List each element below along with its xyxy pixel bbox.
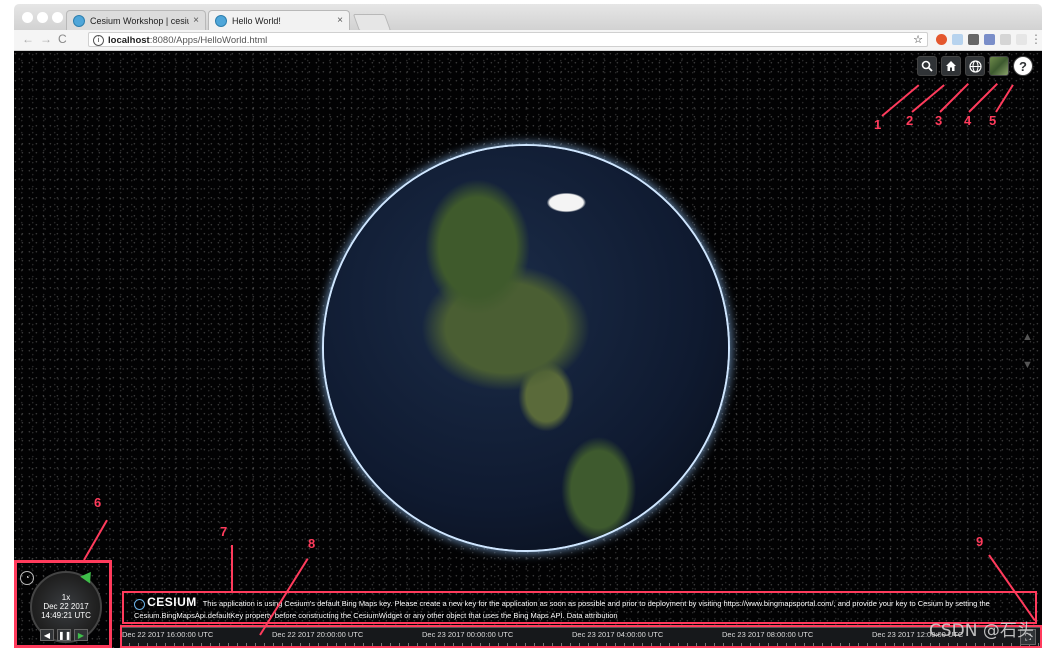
annotation-arrow-7 bbox=[231, 545, 233, 591]
info-icon[interactable]: i bbox=[93, 34, 104, 46]
tab-label: Cesium Workshop | cesiumjs.c bbox=[90, 15, 189, 26]
geocoder-search-icon[interactable] bbox=[917, 56, 937, 76]
url-path: :8080/Apps/HelloWorld.html bbox=[149, 35, 268, 46]
extension-2-icon[interactable] bbox=[952, 34, 963, 45]
cesium-favicon-icon bbox=[215, 14, 227, 27]
minimize-window-dot[interactable] bbox=[37, 12, 48, 23]
annotation-box-credit: CESIUM This application is using Cesium'… bbox=[122, 591, 1037, 624]
csdn-watermark: CSDN @石头 bbox=[929, 621, 1034, 641]
annotation-label-4: 4 bbox=[964, 113, 972, 128]
extension-1-icon[interactable] bbox=[936, 34, 947, 45]
url-host: localhost bbox=[108, 35, 150, 46]
new-tab-button[interactable] bbox=[352, 14, 392, 31]
annotation-label-2: 2 bbox=[906, 113, 914, 128]
reload-button[interactable]: C bbox=[58, 32, 67, 46]
annotation-label-3: 3 bbox=[935, 113, 943, 128]
zoom-window-dot[interactable] bbox=[52, 12, 63, 23]
browser-toolbar: ← → C i localhost:8080/Apps/HelloWorld.ht… bbox=[14, 30, 1042, 51]
extension-6-icon[interactable] bbox=[1016, 34, 1027, 45]
annotation-label-1: 1 bbox=[874, 117, 882, 132]
annotation-label-5: 5 bbox=[989, 113, 997, 128]
annotation-box-timeline bbox=[120, 625, 1042, 648]
forward-button[interactable]: → bbox=[40, 32, 52, 46]
credit-text: This application is using Cesium's defau… bbox=[134, 599, 990, 620]
annotation-label-7: 7 bbox=[220, 524, 228, 539]
cesium-logo-text[interactable]: CESIUM bbox=[147, 595, 197, 609]
back-button[interactable]: ← bbox=[22, 32, 34, 46]
address-bar[interactable]: i localhost:8080/Apps/HelloWorld.html ☆ bbox=[88, 32, 928, 47]
cesium-favicon-icon bbox=[73, 14, 85, 27]
tab-cesium-workshop[interactable]: Cesium Workshop | cesiumjs.c × bbox=[66, 10, 206, 30]
annotation-box-animation bbox=[14, 560, 112, 648]
fly-down-icon[interactable]: ▼ bbox=[1022, 359, 1033, 371]
bookmark-star-icon[interactable]: ☆ bbox=[913, 33, 923, 48]
annotation-label-9: 9 bbox=[976, 534, 984, 549]
cesium-logo-icon[interactable] bbox=[134, 598, 145, 610]
cesium-viewer[interactable]: ? ▲ ▼ 1x Dec 22 2017 14:49:21 UTC ◔ ◀ ❚❚… bbox=[14, 51, 1042, 648]
extension-5-icon[interactable] bbox=[1000, 34, 1011, 45]
annotation-label-8: 8 bbox=[308, 536, 316, 551]
tab-close-icon[interactable]: × bbox=[193, 15, 199, 26]
home-button-icon[interactable] bbox=[941, 56, 961, 76]
tab-hello-world[interactable]: Hello World! × bbox=[208, 10, 350, 30]
base-layer-picker-icon[interactable] bbox=[989, 56, 1009, 76]
close-window-dot[interactable] bbox=[22, 12, 33, 23]
annotation-label-6: 6 bbox=[94, 495, 102, 510]
fly-up-icon[interactable]: ▲ bbox=[1022, 331, 1033, 343]
extension-4-icon[interactable] bbox=[984, 34, 995, 45]
tab-label: Hello World! bbox=[232, 15, 281, 26]
menu-kebab-icon[interactable]: ⋮ bbox=[1030, 32, 1042, 46]
title-bar: Cesium Workshop | cesiumjs.c × Hello Wor… bbox=[14, 4, 1042, 31]
extension-3-icon[interactable] bbox=[968, 34, 979, 45]
scene-mode-globe-icon[interactable] bbox=[965, 56, 985, 76]
browser-window: Cesium Workshop | cesiumjs.c × Hello Wor… bbox=[0, 0, 1058, 648]
earth-globe[interactable] bbox=[324, 146, 728, 550]
tab-close-icon[interactable]: × bbox=[337, 15, 343, 26]
help-icon[interactable]: ? bbox=[1013, 56, 1033, 76]
